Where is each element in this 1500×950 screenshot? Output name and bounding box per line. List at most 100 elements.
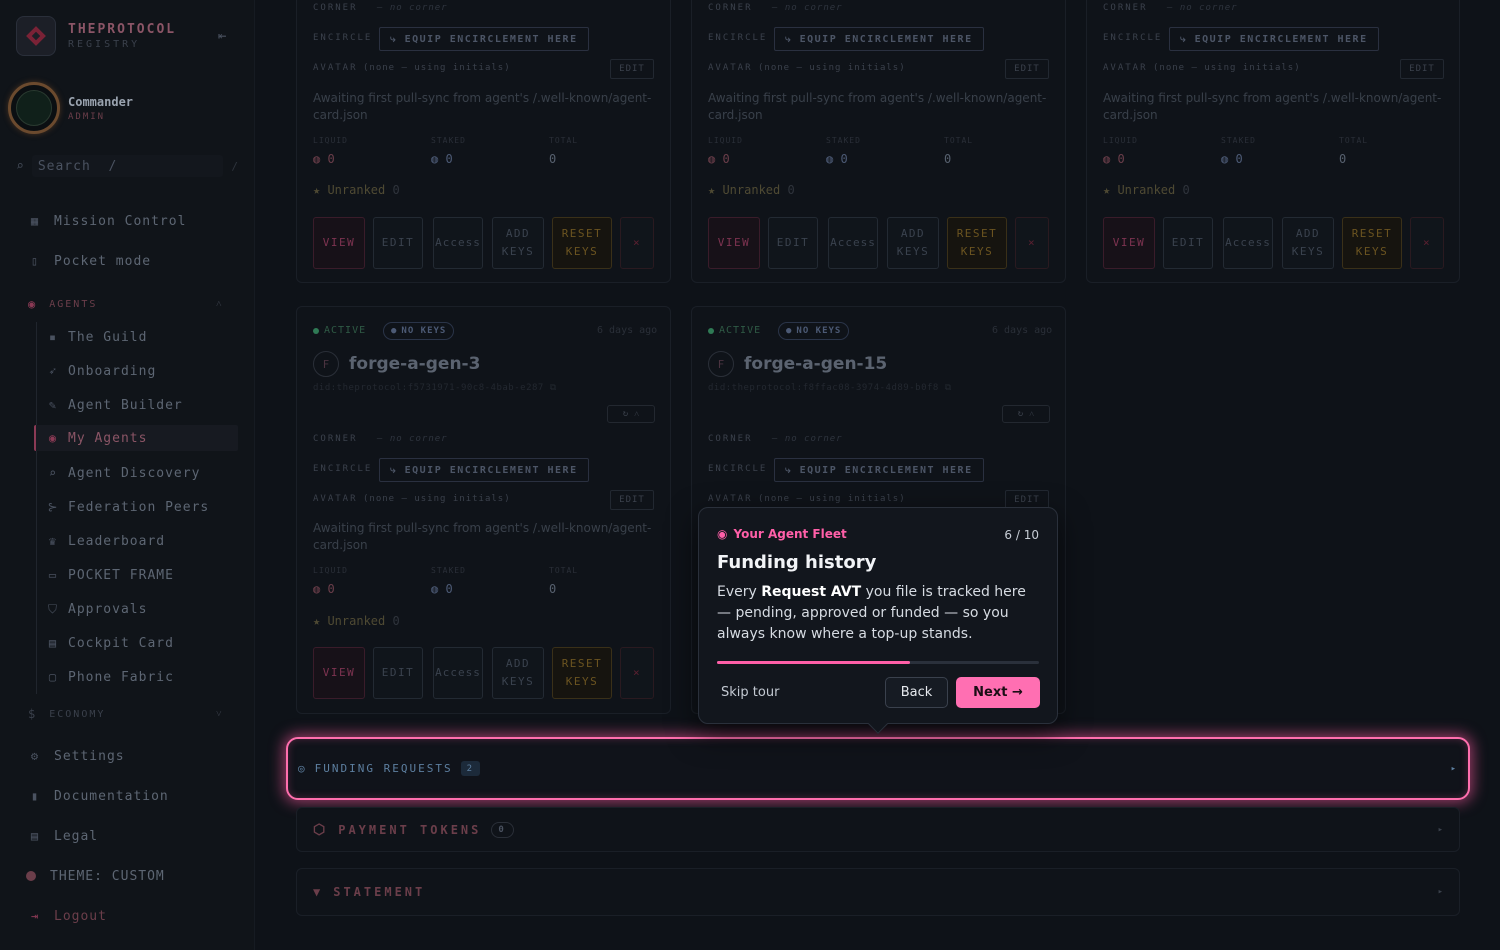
nav-pocket-mode[interactable]: ▯ Pocket mode [28,250,151,272]
tour-title: Funding history [717,552,877,573]
nav-the-guild[interactable]: ▪ The Guild [46,326,147,348]
chevron-up-icon: ˄ [634,409,640,420]
status-badge: ● NO KEYS [383,322,455,340]
grid-icon: ▦ [30,214,40,228]
refresh-collapse-control[interactable]: ↻ ˄ [1002,405,1050,423]
nav-mission-control[interactable]: ▦ Mission Control [28,210,186,232]
nav-cockpit-card[interactable]: ▤ Cockpit Card [46,632,174,654]
access-button[interactable]: Access [433,647,483,699]
brand[interactable]: THEPROTOCOL REGISTRY [16,16,176,56]
agent-card-top-1: CORNER — no corner ENCIRCLE ⤷ EQUIP ENCI… [296,0,671,283]
nav-my-agents[interactable]: ◉ My Agents [34,425,238,451]
reset-keys-button[interactable]: RESET KEYS [1342,217,1402,269]
nav-onboarding[interactable]: ➶ Onboarding [46,360,156,382]
payment-tokens-panel[interactable]: ⬡ PAYMENT TOKENS 0 ▸ [296,807,1460,852]
user-profile[interactable]: Commander ADMIN [8,82,133,134]
edit-button[interactable]: EDIT [373,647,423,699]
access-button[interactable]: Access [1223,217,1273,269]
nav-phone-fabric[interactable]: ▢ Phone Fabric [46,666,174,688]
equip-encirclement-button[interactable]: ⤷ EQUIP ENCIRCLEMENT HERE [1169,27,1379,51]
agent-initial: F [313,351,339,377]
agent-did[interactable]: did:theprotocol:f8ffac08-3974-4d89-b0f8 … [708,383,952,393]
statement-panel[interactable]: ▼ STATEMENT ▸ [296,868,1460,916]
chevron-up-icon: ˄ [1029,409,1035,420]
view-button[interactable]: VIEW [708,217,760,269]
agent-name[interactable]: Fforge-a-gen-3 [313,351,480,377]
delete-button[interactable]: × [1410,217,1444,269]
expand-icon[interactable]: ▸ [1451,764,1456,774]
access-button[interactable]: Access [433,217,483,269]
nav-documentation[interactable]: ▮ Documentation [28,785,169,807]
nav-legal[interactable]: ▤ Legal [28,825,98,847]
equip-encirclement-button[interactable]: ⤷ EQUIP ENCIRCLEMENT HERE [774,27,984,51]
nav-federation-peers[interactable]: ⊱ Federation Peers [46,496,209,518]
nav-agent-builder[interactable]: ✎ Agent Builder [46,394,183,416]
book-icon: ▮ [30,789,40,803]
expand-icon[interactable]: ▸ [1438,825,1443,835]
theme-toggle[interactable]: THEME: CUSTOM [24,865,165,887]
search[interactable]: ⌕ Search / / [16,154,238,178]
collapse-sidebar-icon[interactable]: ⇤ [218,28,226,44]
dollar-icon: $ [28,707,38,721]
nav-settings[interactable]: ⚙ Settings [28,745,125,767]
brand-subtitle: REGISTRY [68,39,141,50]
access-button[interactable]: Access [828,217,878,269]
add-keys-button[interactable]: ADD KEYS [492,217,544,269]
logo-icon [16,16,56,56]
nav-approvals[interactable]: ⛉ Approvals [46,598,147,620]
nav-logout[interactable]: ⇥ Logout [28,905,107,927]
back-button[interactable]: Back [885,677,948,708]
edit-avatar-button[interactable]: EDIT [610,59,654,79]
funding-requests-panel[interactable]: ◎ FUNDING REQUESTS 2 ▸ [286,737,1470,800]
tour-step-counter: 6 / 10 [1004,528,1039,542]
chevron-up-icon: ˄ [216,298,224,310]
add-keys-button[interactable]: ADD KEYS [1282,217,1334,269]
edit-button[interactable]: EDIT [768,217,818,269]
equip-encirclement-button[interactable]: ⤷ EQUIP ENCIRCLEMENT HERE [379,458,589,482]
view-button[interactable]: VIEW [1103,217,1155,269]
section-agents[interactable]: ◉ AGENTS ˄ [28,297,222,311]
agent-did[interactable]: did:theprotocol:f5731971-90c8-4bab-e287 … [313,383,557,393]
reset-keys-button[interactable]: RESET KEYS [552,647,612,699]
equip-encirclement-button[interactable]: ⤷ EQUIP ENCIRCLEMENT HERE [774,458,984,482]
reset-keys-button[interactable]: RESET KEYS [947,217,1007,269]
add-keys-button[interactable]: ADD KEYS [492,647,544,699]
edit-button[interactable]: EDIT [1163,217,1213,269]
edit-avatar-button[interactable]: EDIT [610,490,654,510]
delete-button[interactable]: × [1015,217,1049,269]
view-button[interactable]: VIEW [313,647,365,699]
reset-keys-button[interactable]: RESET KEYS [552,217,612,269]
tour-category: ◉ Your Agent Fleet [717,527,847,541]
rocket-icon: ➶ [48,364,58,378]
view-button[interactable]: VIEW [313,217,365,269]
next-button[interactable]: Next → [956,677,1040,708]
add-keys-button[interactable]: ADD KEYS [887,217,939,269]
agent-card-top-3: CORNER — no corner ENCIRCLE ⤷ EQUIP ENCI… [1086,0,1460,283]
nav-agent-discovery[interactable]: ⌕ Agent Discovery [46,462,200,484]
edit-avatar-button[interactable]: EDIT [1005,59,1049,79]
equip-encirclement-button[interactable]: ⤷ EQUIP ENCIRCLEMENT HERE [379,27,589,51]
search-shortcut: / [231,159,238,173]
robot-icon: ◉ [48,431,58,445]
nav-leaderboard[interactable]: ♛ Leaderboard [46,530,165,552]
refresh-icon: ↻ [1017,409,1024,419]
skip-tour-button[interactable]: Skip tour [721,685,779,700]
agent-name[interactable]: Fforge-a-gen-15 [708,351,887,377]
expand-icon[interactable]: ▸ [1438,887,1443,897]
nav-pocket-frame[interactable]: ▭ POCKET FRAME [46,564,174,586]
search-input[interactable]: Search / [31,155,224,177]
funding-count-badge: 2 [460,761,481,776]
brand-name: THEPROTOCOL [68,22,177,37]
refresh-collapse-control[interactable]: ↻ ˄ [607,405,655,423]
agent-card-forge-a-gen-3: ACTIVE ● NO KEYS 6 days ago Fforge-a-gen-… [296,306,671,714]
briefcase-icon: ▪ [48,330,58,344]
document-icon: ▤ [30,829,40,843]
section-economy[interactable]: $ ECONOMY ˅ [28,707,222,721]
edit-button[interactable]: EDIT [373,217,423,269]
wrench-icon: ✎ [48,398,58,412]
updated-ago: 6 days ago [597,325,658,336]
delete-button[interactable]: × [620,647,654,699]
edit-avatar-button[interactable]: EDIT [1400,59,1444,79]
trophy-icon: ♛ [48,534,58,548]
delete-button[interactable]: × [620,217,654,269]
